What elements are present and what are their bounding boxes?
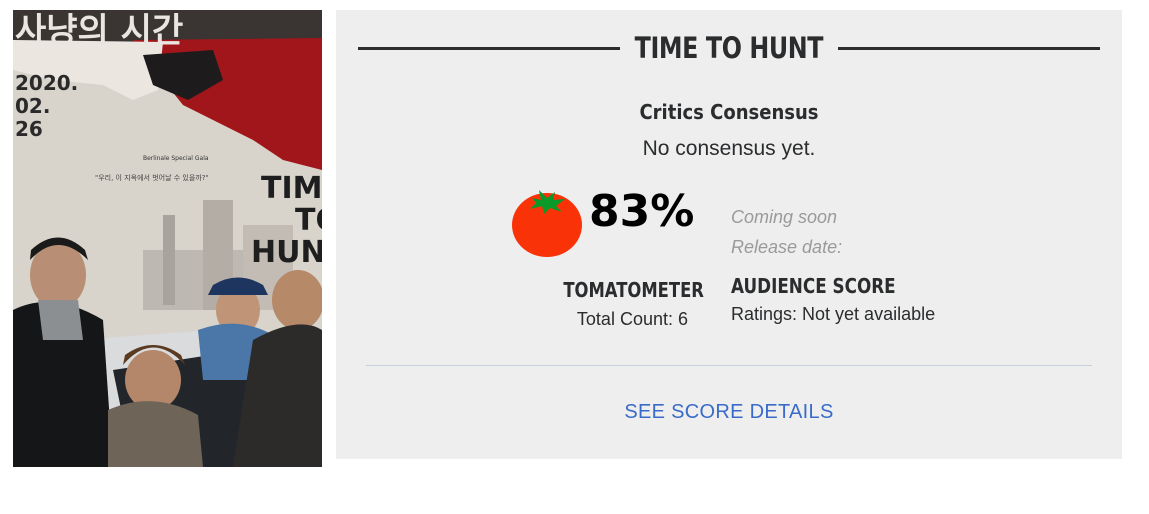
critics-total-count: Total Count: 6: [576, 309, 688, 329]
title-right-rule: [837, 46, 1100, 50]
score-panel: TIME TO HUNT Critics Consensus No consen…: [336, 10, 1122, 459]
poster-title-line-1: TIME: [261, 171, 322, 206]
panel-divider: [366, 365, 1092, 366]
poster-festival: Berlinale Special Gala: [143, 155, 209, 162]
poster-image: 사냥의 시간 2020. 02. 26 Berlinale Special Ga…: [13, 10, 322, 467]
audience-coming-soon: Coming soon: [731, 207, 838, 227]
title-row: TIME TO HUNT: [358, 30, 1100, 66]
tomato-icon: [512, 190, 582, 257]
title-left-rule: [358, 46, 621, 50]
tomatometer-label: TOMATOMETER: [563, 278, 704, 302]
poster-date-line-1: 2020.: [15, 71, 78, 95]
poster-title-line-3: HUNT: [251, 235, 322, 270]
poster-title-line-2: TO: [295, 203, 322, 238]
critics-consensus-heading: Critics Consensus: [639, 100, 819, 124]
audience-score-label: AUDIENCE SCORE: [731, 274, 896, 298]
poster-date-line-2: 02.: [15, 94, 50, 118]
critics-consensus-text: No consensus yet.: [642, 137, 816, 160]
poster-korean-title: 사냥의 시간: [15, 11, 183, 51]
poster-date-line-3: 26: [15, 117, 43, 141]
audience-release-date: Release date:: [731, 237, 843, 257]
poster-tagline: "우리, 이 지옥에서 벗어날 수 있을까?": [95, 173, 209, 182]
movie-title: TIME TO HUNT: [634, 31, 824, 65]
tomatometer-score[interactable]: 83%: [589, 186, 694, 237]
audience-ratings-count: Ratings: Not yet available: [731, 304, 936, 324]
see-score-details-link[interactable]: SEE SCORE DETAILS: [336, 401, 1122, 424]
movie-poster[interactable]: 사냥의 시간 2020. 02. 26 Berlinale Special Ga…: [13, 10, 322, 467]
